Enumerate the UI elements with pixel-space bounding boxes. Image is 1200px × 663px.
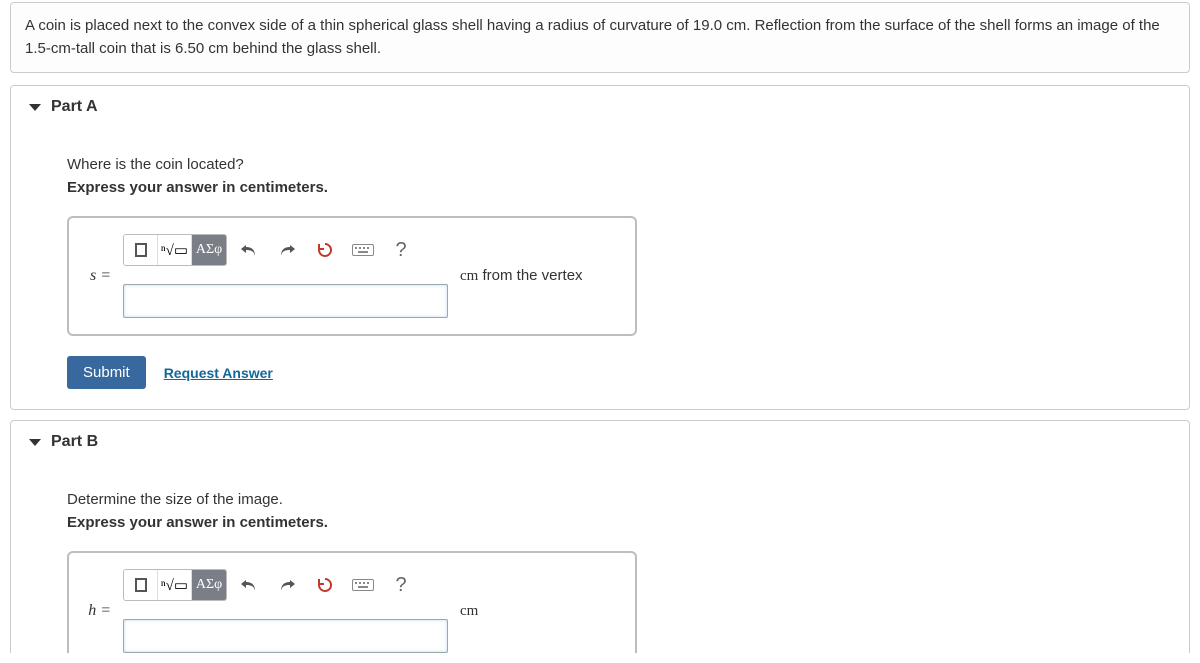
part-b-instruction: Express your answer in centimeters.	[67, 514, 1133, 531]
redo-icon	[278, 577, 296, 593]
part-a-container: Part A Where is the coin located? Expres…	[10, 85, 1190, 410]
rect-icon	[135, 243, 147, 257]
radical-button[interactable]: ⁿ√▭	[158, 235, 192, 265]
part-b-variable: h =	[83, 602, 111, 620]
help-button[interactable]: ?	[385, 235, 417, 265]
reset-icon	[316, 241, 334, 259]
part-a-answer-input[interactable]	[123, 284, 448, 318]
part-b-unit: cm	[460, 603, 478, 620]
radical-icon: ⁿ√▭	[161, 576, 188, 595]
format-group: ⁿ√▭ ΑΣφ	[123, 569, 227, 601]
part-b-toolbar: ⁿ√▭ ΑΣφ ?	[123, 569, 417, 601]
reset-button[interactable]	[309, 570, 341, 600]
submit-button[interactable]: Submit	[67, 356, 146, 389]
problem-text: A coin is placed next to the convex side…	[25, 15, 1175, 60]
part-a-unit: cm from the vertex	[460, 267, 583, 285]
part-a-input-stack: ⁿ√▭ ΑΣφ ?	[123, 234, 448, 318]
part-a-variable: s =	[83, 267, 111, 285]
reset-button[interactable]	[309, 235, 341, 265]
keyboard-button[interactable]	[347, 570, 379, 600]
part-b-title: Part B	[51, 433, 98, 451]
problem-statement: A coin is placed next to the convex side…	[10, 2, 1190, 73]
help-button[interactable]: ?	[385, 570, 417, 600]
part-a-body: Where is the coin located? Express your …	[11, 128, 1189, 409]
rect-icon	[135, 578, 147, 592]
caret-down-icon	[29, 104, 41, 111]
part-b-answer-box: h = ⁿ√▭ ΑΣφ	[67, 551, 637, 653]
template-picker-button[interactable]	[124, 235, 158, 265]
undo-button[interactable]	[233, 235, 265, 265]
keyboard-icon	[352, 244, 374, 256]
redo-button[interactable]	[271, 235, 303, 265]
part-a-answer-box: s = ⁿ√▭ ΑΣφ	[67, 216, 637, 336]
part-a-toolbar: ⁿ√▭ ΑΣφ ?	[123, 234, 417, 266]
part-b-header[interactable]: Part B	[11, 421, 1189, 463]
part-a-prompt: Where is the coin located?	[67, 156, 1133, 173]
undo-icon	[240, 242, 258, 258]
keyboard-icon	[352, 579, 374, 591]
part-a-instruction: Express your answer in centimeters.	[67, 179, 1133, 196]
greek-letters-button[interactable]: ΑΣφ	[192, 570, 226, 600]
part-b-input-stack: ⁿ√▭ ΑΣφ ?	[123, 569, 448, 653]
part-b-body: Determine the size of the image. Express…	[11, 463, 1189, 653]
greek-letters-button[interactable]: ΑΣφ	[192, 235, 226, 265]
part-a-actions: Submit Request Answer	[67, 356, 1133, 389]
request-answer-link[interactable]: Request Answer	[164, 365, 273, 381]
format-group: ⁿ√▭ ΑΣφ	[123, 234, 227, 266]
part-b-answer-input[interactable]	[123, 619, 448, 653]
redo-button[interactable]	[271, 570, 303, 600]
undo-icon	[240, 577, 258, 593]
part-b-container: Part B Determine the size of the image. …	[10, 420, 1190, 653]
part-a-title: Part A	[51, 98, 98, 116]
caret-down-icon	[29, 439, 41, 446]
template-picker-button[interactable]	[124, 570, 158, 600]
redo-icon	[278, 242, 296, 258]
radical-button[interactable]: ⁿ√▭	[158, 570, 192, 600]
radical-icon: ⁿ√▭	[161, 241, 188, 260]
reset-icon	[316, 576, 334, 594]
part-b-prompt: Determine the size of the image.	[67, 491, 1133, 508]
keyboard-button[interactable]	[347, 235, 379, 265]
undo-button[interactable]	[233, 570, 265, 600]
part-a-header[interactable]: Part A	[11, 86, 1189, 128]
